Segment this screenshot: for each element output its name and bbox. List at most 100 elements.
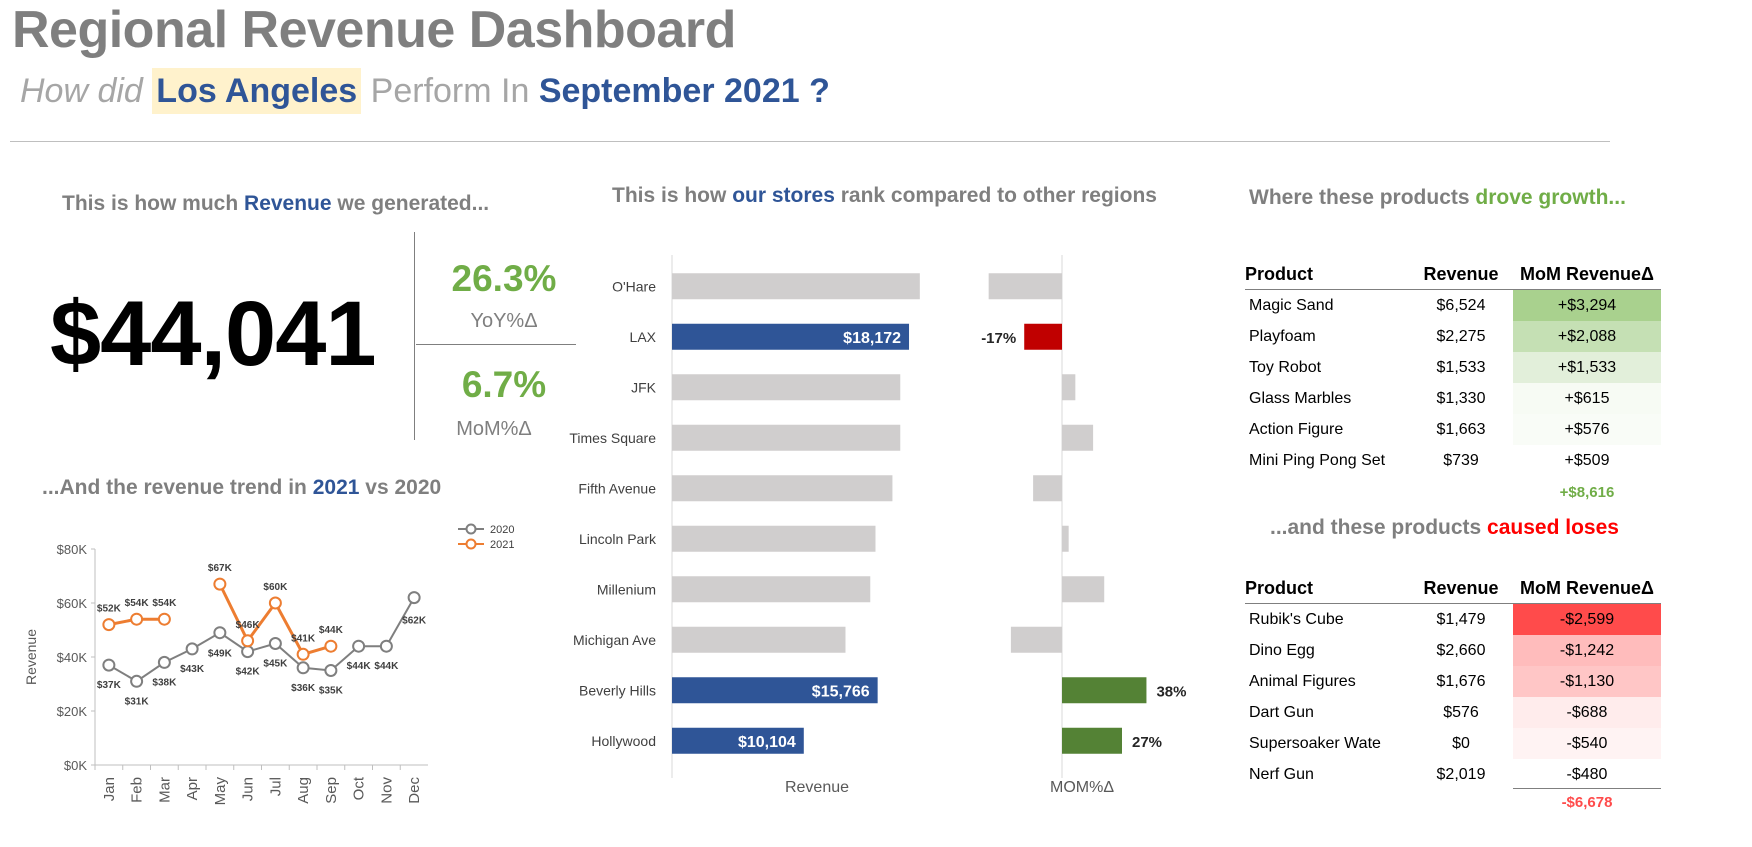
growth-delta-cell: +$2,088	[1513, 321, 1661, 352]
loss-delta-cell: -$1,242	[1513, 635, 1661, 666]
mom-bar	[1024, 323, 1062, 350]
mom-bar	[1062, 374, 1076, 401]
mom-bar	[1062, 424, 1094, 451]
growth-revenue-cell: $1,663	[1436, 420, 1486, 438]
revenue-bar-label: $10,104	[738, 734, 796, 751]
data-point-2021	[213, 577, 227, 591]
growth-revenue-cell: $739	[1443, 451, 1479, 469]
column-header-revenue[interactable]: Revenue	[1409, 258, 1513, 290]
growth-revenue-cell: $6,524	[1436, 296, 1486, 314]
growth-products-table: Product Revenue MoM RevenueΔ Magic Sand $…	[1245, 258, 1661, 476]
loss-revenue-cell: $2,019	[1436, 765, 1486, 783]
x-tick-label: Feb	[129, 777, 146, 803]
revenue-heading-highlight: Revenue	[244, 192, 332, 215]
growth-revenue-cell: $1,330	[1436, 389, 1486, 407]
data-point-2020	[379, 639, 393, 653]
store-label: Millenium	[597, 581, 656, 597]
column-header-revenue[interactable]: Revenue	[1409, 572, 1513, 604]
mom-bar	[1062, 677, 1147, 704]
revenue-bar	[672, 273, 920, 300]
table-row: Nerf Gun $2,019 -$480	[1245, 759, 1661, 790]
y-tick-label: $80K	[57, 542, 88, 557]
mom-bar-label: -17%	[981, 330, 1016, 347]
data-point-2021	[157, 612, 171, 626]
mom-bar-label: 38%	[1156, 683, 1186, 700]
data-label: $54K	[152, 598, 177, 609]
trend-heading-pre: ...And the revenue trend in	[42, 476, 307, 499]
growth-delta-cell: +$3,294	[1513, 289, 1661, 321]
total-revenue-value: $44,041	[50, 283, 377, 385]
loss-delta-cell: -$1,130	[1513, 666, 1661, 697]
table-row: Supersoaker Wate $0 -$540	[1245, 728, 1661, 759]
growth-revenue-cell: $2,275	[1436, 327, 1486, 345]
column-header-product[interactable]: Product	[1245, 258, 1409, 290]
revenue-bar-label: $15,766	[812, 683, 870, 700]
store-label: O'Hare	[612, 278, 656, 294]
data-point-2021	[130, 612, 144, 626]
loss-heading-highlight: caused loses	[1487, 516, 1619, 539]
data-label: $44K	[347, 661, 372, 672]
table-header-row: Product Revenue MoM RevenueΔ	[1245, 258, 1661, 290]
table-row: Animal Figures $1,676 -$1,130	[1245, 666, 1661, 697]
revenue-bar	[672, 576, 871, 603]
loss-products-table: Product Revenue MoM RevenueΔ Rubik's Cub…	[1245, 572, 1661, 790]
x-tick-label: Aug	[295, 777, 312, 804]
revenue-trend-chart: $0K $20K $40K $60K $80K Revenue Jan Feb Mar Apr Ma…	[23, 523, 514, 805]
mom-bar	[1033, 475, 1062, 502]
store-label: Lincoln Park	[579, 531, 657, 547]
trend-heading-highlight: 2021	[312, 476, 360, 499]
mom-bar	[988, 273, 1062, 300]
data-label: $62K	[402, 616, 427, 627]
rank-section-heading: This is how our stores rank compared to …	[612, 184, 1157, 208]
revenue-bar	[672, 424, 901, 451]
y-tick-label: $40K	[57, 650, 88, 665]
data-label: $44K	[319, 625, 344, 636]
data-point-2020	[102, 658, 116, 672]
data-label: $41K	[291, 633, 316, 644]
x-tick-label: Dec	[406, 777, 423, 804]
store-label: Times Square	[569, 430, 656, 446]
trend-section-heading: ...And the revenue trend in 2021 vs 2020	[42, 476, 441, 500]
question-middle: Perform In	[370, 72, 530, 110]
legend-marker-2020	[465, 523, 477, 535]
growth-delta-cell: +$615	[1513, 383, 1661, 414]
mom-bar	[1062, 576, 1105, 603]
loss-product-cell: Nerf Gun	[1249, 765, 1314, 783]
column-header-delta[interactable]: MoM RevenueΔ	[1513, 258, 1661, 290]
revenue-section-heading: This is how much Revenue we generated...	[62, 192, 489, 216]
loss-revenue-cell: $576	[1443, 703, 1479, 721]
loss-total: -$6,678	[1561, 794, 1613, 811]
growth-heading-pre: Where these products	[1249, 186, 1470, 209]
column-header-product[interactable]: Product	[1245, 572, 1409, 604]
growth-heading-highlight: drove growth...	[1475, 186, 1626, 209]
question-prefix: How did	[20, 72, 143, 110]
revenue-bar	[672, 475, 893, 502]
table-row: Rubik's Cube $1,479 -$2,599	[1245, 603, 1661, 635]
growth-product-cell: Magic Sand	[1249, 296, 1334, 314]
data-point-2020	[296, 661, 310, 675]
store-label: Michigan Ave	[573, 632, 656, 648]
data-point-2021	[324, 639, 338, 653]
month-selector[interactable]: September 2021 ?	[539, 72, 830, 110]
data-label: $46K	[236, 620, 261, 631]
loss-revenue-cell: $2,660	[1436, 641, 1486, 659]
data-label: $42K	[236, 667, 261, 678]
loss-product-cell: Dart Gun	[1249, 703, 1314, 721]
data-label: $43K	[180, 664, 205, 675]
data-point-2020	[352, 639, 366, 653]
rank-heading-post: rank compared to other regions	[840, 184, 1157, 207]
loss-heading-pre: ...and these products	[1270, 516, 1482, 539]
x-tick-label: Jul	[267, 777, 284, 796]
data-label: $36K	[291, 683, 316, 694]
table-row: Toy Robot $1,533 +$1,533	[1245, 352, 1661, 383]
loss-product-cell: Dino Egg	[1249, 641, 1315, 659]
revenue-bar	[672, 525, 876, 552]
column-header-delta[interactable]: MoM RevenueΔ	[1513, 572, 1661, 604]
data-point-2020	[185, 642, 199, 656]
loss-delta-cell: -$688	[1513, 697, 1661, 728]
data-label: $45K	[263, 659, 288, 670]
growth-product-cell: Action Figure	[1249, 420, 1344, 438]
city-selector[interactable]: Los Angeles	[152, 68, 362, 114]
data-point-2020	[241, 645, 255, 659]
store-ranking-chart: O'Hare LAX $18,172 -17% JFK Times Square Fifth…	[569, 255, 1186, 796]
